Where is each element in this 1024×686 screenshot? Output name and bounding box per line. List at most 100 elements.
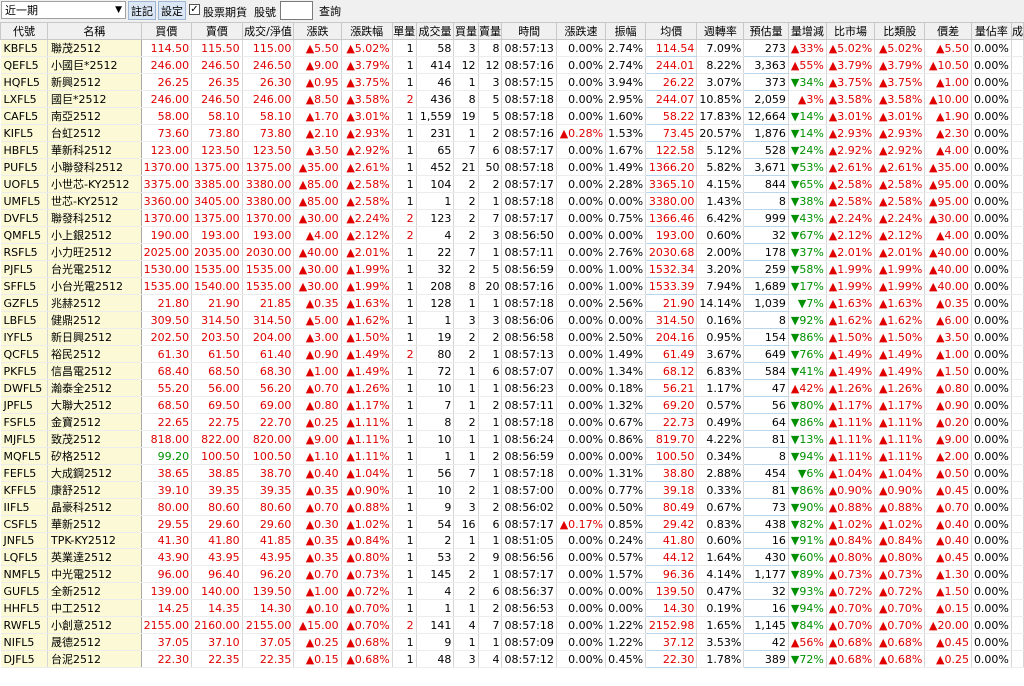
- table-row[interactable]: LBFL5 健鼎2512 309.50 314.50 314.50 ▲5.00 ▲1.62%…: [0, 311, 1024, 329]
- table-row[interactable]: PJFL5 台光電2512 1530.00 1535.00 1535.00 ▲30.00 ▲…: [0, 260, 1024, 278]
- cell-vol-ratio: 0.00%: [971, 345, 1012, 363]
- column-header[interactable]: 漲跌速: [555, 22, 607, 40]
- table-row[interactable]: CAFL5 南亞2512 58.00 58.10 58.10 ▲1.70 ▲3.01% 1 1,…: [0, 107, 1024, 125]
- table-row[interactable]: JNFL5 TPK-KY2512 41.30 41.80 41.85 ▲0.35 ▲0.84…: [0, 532, 1024, 549]
- cell-vol-ratio: 0.00%: [971, 498, 1012, 516]
- table-row[interactable]: HQFL5 新興2512 26.25 26.35 26.30 ▲0.95 ▲3.75% 1 46…: [0, 73, 1024, 91]
- cell-est-vol: 16: [743, 599, 789, 617]
- table-row[interactable]: HBFL5 華新科2512 123.00 123.50 123.50 ▲3.50 ▲2.92…: [0, 141, 1024, 159]
- cell-name: 矽格2512: [47, 447, 142, 465]
- table-row[interactable]: PUFL5 小聯發科2512 1370.00 1375.00 1375.00 ▲35.00…: [0, 158, 1024, 176]
- column-header[interactable]: 漲跌幅: [340, 22, 393, 40]
- column-header[interactable]: 量佔率: [970, 22, 1012, 40]
- table-row[interactable]: MJFL5 致茂2512 818.00 822.00 820.00 ▲9.00 ▲1.11%…: [0, 430, 1024, 448]
- cell-bid: 38.65: [141, 464, 193, 482]
- cell-change: ▲40.00: [293, 243, 342, 261]
- table-row[interactable]: HHFL5 中工2512 14.25 14.35 14.30 ▲0.10 ▲0.70% 1 1 1…: [0, 599, 1024, 617]
- cell-vol-change: ▼60%: [788, 548, 827, 566]
- cell-ask: 96.40: [191, 565, 243, 583]
- column-header[interactable]: 價差: [924, 22, 972, 40]
- cell-turnover: 20.57%: [696, 124, 745, 142]
- table-row[interactable]: DVFL5 聯發科2512 1370.00 1375.00 1370.00 ▲30.00 ▲…: [0, 209, 1024, 227]
- table-row[interactable]: MQFL5 矽格2512 99.20 100.50 100.50 ▲1.10 ▲1.11% 1…: [0, 447, 1024, 465]
- table-row[interactable]: LXFL5 國巨*2512 246.00 246.50 246.00 ▲8.50 ▲3.58…: [0, 90, 1024, 108]
- table-row[interactable]: IIFL5 晶豪科2512 80.00 80.60 80.60 ▲0.70 ▲0.88% 1 9…: [0, 498, 1024, 516]
- cell-ask: 193.00: [191, 226, 243, 244]
- cell-vs-market: ▲1.17%: [826, 396, 876, 414]
- column-header[interactable]: 振幅: [605, 22, 647, 40]
- table-row[interactable]: JPFL5 大聯大2512 68.50 69.50 69.00 ▲0.80 ▲1.17% 1 7…: [0, 396, 1024, 414]
- cell-est-vol: 47: [743, 379, 789, 397]
- table-row[interactable]: DWFL5 瀚泰全2512 55.20 56.00 56.20 ▲0.70 ▲1.26% 1 1…: [0, 379, 1024, 397]
- column-header[interactable]: 週轉率: [696, 22, 745, 40]
- cell-change: ▲30.00: [293, 209, 342, 227]
- table-row[interactable]: FEFL5 大成鋼2512 38.65 38.85 38.70 ▲0.40 ▲1.04% 1 5…: [0, 464, 1024, 482]
- cell-last: 43.95: [242, 548, 295, 566]
- cell-change: ▲0.10: [293, 599, 342, 617]
- column-header[interactable]: 比類股: [874, 22, 926, 40]
- cell-change-pct: ▲0.88%: [341, 498, 393, 516]
- table-row[interactable]: QMFL5 小上銀2512 190.00 193.00 193.00 ▲4.00 ▲2.12…: [0, 226, 1024, 244]
- table-row[interactable]: CSFL5 華新2512 29.55 29.60 29.60 ▲0.30 ▲1.02% 1 54…: [0, 515, 1024, 533]
- table-row[interactable]: QEFL5 小國巨*2512 246.00 246.50 246.50 ▲9.00 ▲3.7…: [0, 56, 1024, 74]
- table-row[interactable]: UMFL5 世芯-KY2512 3360.00 3405.00 3380.00 ▲85.0…: [0, 192, 1024, 210]
- stock-code-input[interactable]: [280, 1, 313, 20]
- cell-bid-vol: 1: [453, 73, 479, 91]
- cell-vol-ratio: 0.00%: [971, 633, 1012, 651]
- column-header[interactable]: 賣量: [477, 22, 503, 40]
- period-dropdown[interactable]: 近一期 ▼: [1, 1, 126, 19]
- table-row[interactable]: NIFL5 晟德2512 37.05 37.10 37.05 ▲0.25 ▲0.68% 1 9 1…: [0, 633, 1024, 651]
- query-button[interactable]: 查詢: [316, 1, 344, 20]
- cell-empty: [1011, 379, 1024, 397]
- table-row[interactable]: UOFL5 小世芯-KY2512 3375.00 3385.00 3380.00 ▲85.…: [0, 175, 1024, 193]
- table-row[interactable]: GZFL5 兆赫2512 21.80 21.90 21.85 ▲0.35 ▲1.63% 1 12…: [0, 294, 1024, 312]
- table-row[interactable]: KIFL5 台虹2512 73.60 73.80 73.80 ▲2.10 ▲2.93% 1 23…: [0, 124, 1024, 142]
- column-header[interactable]: 買量: [453, 22, 479, 40]
- table-row[interactable]: SFFL5 小台光電2512 1535.00 1540.00 1535.00 ▲30.00…: [0, 277, 1024, 295]
- stock-code-label: 股號: [254, 6, 276, 19]
- table-row[interactable]: QCFL5 裕民2512 61.30 61.50 61.40 ▲0.90 ▲1.49% 2 80…: [0, 345, 1024, 363]
- cell-vol-ratio: 0.00%: [971, 447, 1012, 465]
- table-row[interactable]: DJFL5 台泥2512 22.30 22.35 22.35 ▲0.15 ▲0.68% 1 48…: [0, 650, 1024, 668]
- settings-button[interactable]: 設定: [158, 1, 186, 20]
- cell-tick-vol: 2: [392, 209, 417, 227]
- table-row[interactable]: RWFL5 小創意2512 2155.00 2160.00 2155.00 ▲15.00 ▲…: [0, 616, 1024, 634]
- column-header[interactable]: 時間: [501, 22, 557, 40]
- table-row[interactable]: RSFL5 小力旺2512 2025.00 2035.00 2030.00 ▲40.00 ▲…: [0, 243, 1024, 261]
- column-header[interactable]: 代號: [0, 22, 48, 40]
- cell-ask-vol: 2: [478, 447, 503, 465]
- table-row[interactable]: KFFL5 康舒2512 39.10 39.35 39.35 ▲0.35 ▲0.90% 1 10…: [0, 481, 1024, 499]
- cell-name: 中光電2512: [47, 565, 142, 583]
- table-row[interactable]: IYFL5 新日興2512 202.50 203.50 204.00 ▲3.00 ▲1.50…: [0, 328, 1024, 346]
- chevron-down-icon[interactable]: ▼: [115, 5, 122, 15]
- column-header[interactable]: 名稱: [47, 22, 142, 40]
- table-row[interactable]: NMFL5 中光電2512 96.00 96.40 96.20 ▲0.70 ▲0.73% 1 1…: [0, 565, 1024, 583]
- table-row[interactable]: GUFL5 全新2512 139.00 140.00 139.50 ▲1.00 ▲0.72%…: [0, 582, 1024, 600]
- column-header[interactable]: 量增減: [787, 22, 827, 40]
- column-header[interactable]: 比市場: [825, 22, 876, 40]
- column-header[interactable]: 單量: [391, 22, 417, 40]
- cell-last: 139.50: [242, 582, 295, 600]
- column-header[interactable]: 均價: [645, 22, 698, 40]
- cell-est-vol: 389: [743, 650, 789, 668]
- table-row[interactable]: KBFL5 聯茂2512 114.50 115.50 115.00 ▲5.50 ▲5.02%…: [0, 39, 1024, 57]
- note-button[interactable]: 註記: [128, 1, 156, 20]
- cell-code: DWFL5: [0, 379, 48, 397]
- column-header[interactable]: 賣價: [191, 22, 243, 40]
- cell-vs-sector: ▲1.11%: [874, 430, 926, 448]
- cell-est-vol: 32: [743, 226, 789, 244]
- table-row[interactable]: FSFL5 金寶2512 22.65 22.75 22.70 ▲0.25 ▲1.11% 1 8 2…: [0, 413, 1024, 431]
- column-header[interactable]: 漲跌: [293, 22, 342, 40]
- column-header[interactable]: 買價: [140, 22, 193, 40]
- column-header[interactable]: 成交量: [415, 22, 455, 40]
- cell-spread: ▲40.00: [924, 277, 972, 295]
- stock-futures-checkbox[interactable]: ✓: [189, 4, 200, 15]
- cell-empty: [1011, 192, 1024, 210]
- column-header[interactable]: 成: [1010, 22, 1024, 40]
- column-header[interactable]: 成交/淨值: [241, 22, 295, 40]
- column-header[interactable]: 預估量: [743, 22, 789, 40]
- cell-ask: 246.50: [191, 56, 243, 74]
- cell-change-pct: ▲0.72%: [341, 582, 393, 600]
- table-row[interactable]: LQFL5 英業達2512 43.90 43.95 43.95 ▲0.35 ▲0.80% 1 5…: [0, 548, 1024, 566]
- table-row[interactable]: PKFL5 信昌電2512 68.40 68.50 68.30 ▲1.00 ▲1.49% 1 7…: [0, 362, 1024, 380]
